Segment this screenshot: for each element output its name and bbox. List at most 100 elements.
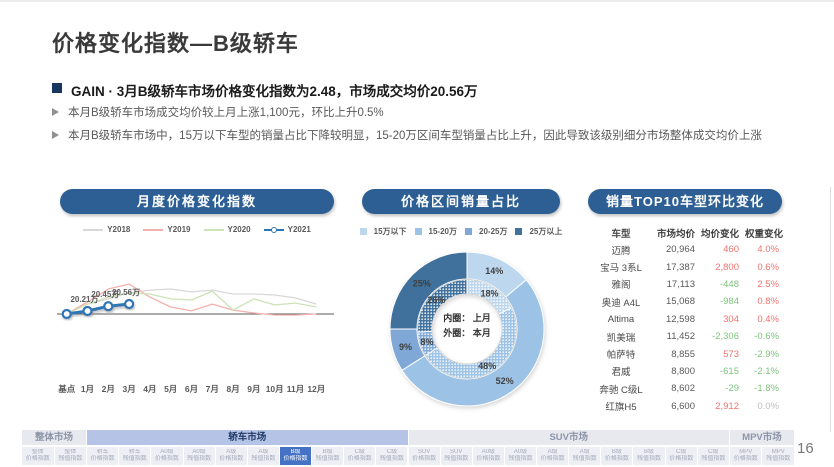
footer-tab[interactable]: B级 残值指数 (633, 447, 665, 465)
footer-tab[interactable]: A级 残值指数 (569, 447, 601, 465)
tab-metric-label: 价格指数 (90, 456, 115, 462)
tab-metric-label: 价格指数 (25, 456, 50, 462)
footer-tab[interactable]: A0级 残值指数 (183, 447, 215, 465)
legend-item: Y2020 (203, 225, 251, 234)
table-cell: 15,068 (665, 296, 695, 308)
table-cell: 宝马 3系L (600, 263, 642, 275)
table-cell: 奔驰 C级L (599, 384, 643, 396)
footer-tab[interactable]: MPV 残值指数 (762, 447, 795, 465)
table-cell: -615 (719, 365, 739, 377)
tab-metric-label: 残值指数 (379, 456, 404, 462)
table-row: 凯美瑞 11,452 -2,306 -0.6% (589, 328, 785, 345)
slide-edge-divider (830, 187, 831, 432)
table-cell: 8,800 (671, 365, 695, 377)
table-cell: 0.4% (757, 313, 779, 325)
top10-table: 车型 市场均价 均价变化 权重变化 迈腾 20,964 460 4.0% 宝马 3系L 17,38… (589, 224, 785, 415)
table-row: 红旗H5 6,600 2,912 0.0% (589, 398, 785, 415)
market-group: SUV市场 SUV 价格指数 SUV 残值指数 A0级 价格指数 A0级 残值指数 A级 价格指数 A… (408, 430, 729, 465)
table-row: 雅阁 17,113 -448 2.5% (589, 276, 785, 293)
x-tick-label: 5月 (164, 384, 177, 394)
market-group: 轿车市场轿车 价格指数 轿车 残值指数 A0级 价格指数 A0级 残值指数 A级 价格指数 A级 残值… (87, 430, 408, 465)
page-number: 16 (797, 440, 814, 457)
footer-tab[interactable]: A级 价格指数 (537, 447, 569, 465)
table-cell: 17,387 (665, 261, 695, 273)
footer-tab[interactable]: 轿车 残值指数 (119, 447, 151, 465)
legend-swatch-icon (465, 228, 472, 235)
footer-tab[interactable]: B级 价格指数 (601, 447, 633, 465)
table-cell: 4.0% (757, 244, 779, 256)
table-cell: 17,113 (666, 278, 695, 290)
legend-line-swatch (203, 228, 224, 231)
column-header: 市场均价 (656, 228, 695, 240)
key-point: GAIN · 3月B级轿车市场价格变化指数为2.48，市场成交均价20.56万 (52, 80, 478, 100)
panel-title-monthly-price-index: 月度价格变化指数 (60, 189, 334, 214)
table-cell: 帕萨特 (606, 350, 636, 362)
table-cell: -2.9% (754, 348, 779, 360)
table-cell: 红旗H5 (605, 402, 637, 414)
footer-tab[interactable]: A级 残值指数 (247, 447, 279, 465)
table-cell: -2.1% (754, 365, 779, 377)
legend-label: 15-20万 (428, 227, 457, 236)
footer-tab[interactable]: 轿车 价格指数 (87, 447, 119, 465)
table-cell: 0.8% (757, 296, 779, 308)
legend-item: 25万以上 (515, 226, 562, 237)
footer-tab[interactable]: 整体 残值指数 (54, 447, 87, 465)
market-header[interactable]: MPV市场 (729, 430, 794, 445)
tab-metric-label: 残值指数 (701, 456, 726, 462)
tab-metric-label: 价格指数 (733, 456, 758, 462)
tab-metric-label: 价格指数 (219, 456, 244, 462)
market-header[interactable]: SUV市场 (408, 430, 729, 445)
tab-metric-label: 残值指数 (766, 456, 791, 462)
footer-tab[interactable]: C级 价格指数 (344, 447, 376, 465)
footer-tab[interactable]: A0级 残值指数 (504, 447, 537, 465)
legend-marker-icon (270, 226, 277, 233)
footer-tab[interactable]: 整体 价格指数 (22, 447, 54, 465)
market-tab-row: 整体 价格指数 整体 残值指数 (22, 447, 87, 465)
tab-metric-label: 价格指数 (347, 456, 372, 462)
table-cell: -0.6% (754, 331, 779, 343)
donut-label: 25% (413, 279, 431, 289)
donut-center-line1: 内圈： 上月 (443, 313, 491, 323)
footer-tab[interactable]: A0级 价格指数 (472, 447, 504, 465)
table-cell: -984 (719, 296, 739, 308)
table-cell: 573 (723, 348, 739, 360)
donut-label: 52% (496, 376, 514, 386)
legend-line-swatch (83, 228, 104, 231)
donut-legend: 15万以下 15-20万 20-25万 25万以上 (356, 226, 566, 237)
table-row: 帕萨特 8,855 573 -2.9% (589, 345, 785, 362)
footer-tab[interactable]: B级 残值指数 (312, 447, 344, 465)
legend-item: Y2019 (143, 225, 191, 234)
donut-center-note: 内圈： 上月 外圈： 本月 (427, 311, 507, 341)
panel-title-top10-change: 销量TOP10车型环比变化 (588, 189, 782, 214)
table-header-row: 车型 市场均价 均价变化 权重变化 (589, 224, 785, 241)
legend-item: 15万以下 (359, 226, 407, 237)
footer-tab[interactable]: A级 价格指数 (215, 447, 247, 465)
x-tick-label: 10月 (266, 384, 284, 394)
market-header[interactable]: 整体市场 (22, 430, 87, 445)
footer-tab[interactable]: B级 价格指数 (279, 447, 312, 465)
line-chart-svg: 20.21万20.45万20.56万基点 1月 2月 3月 4月 5月 6月 7月 8月 9月 10… (57, 283, 334, 394)
footer-tab[interactable]: C级 价格指数 (665, 447, 697, 465)
footer-tab[interactable]: MPV 价格指数 (729, 447, 762, 465)
market-group: MPV市场 MPV 价格指数 MPV 残值指数 (729, 430, 795, 465)
table-cell: 奥迪 A4L (601, 297, 641, 309)
footer-tab[interactable]: C级 残值指数 (376, 447, 408, 465)
tab-metric-label: 残值指数 (315, 456, 340, 462)
donut-label: 14% (485, 266, 503, 276)
footer-tab[interactable]: SUV 残值指数 (440, 447, 472, 465)
legend-label: Y2019 (167, 225, 191, 234)
table-row: Altima 12,598 304 0.4% (589, 311, 785, 328)
table-cell: 304 (723, 313, 739, 325)
legend-label: 15万以下 (373, 227, 407, 236)
table-cell: 凯美瑞 (606, 332, 636, 344)
legend-line-swatch (263, 226, 284, 233)
footer-tab[interactable]: C级 残值指数 (697, 447, 729, 465)
tab-metric-label: 残值指数 (637, 456, 662, 462)
footer-tab[interactable]: A0级 价格指数 (151, 447, 183, 465)
x-tick-label: 12月 (307, 384, 325, 394)
market-header[interactable]: 轿车市场 (87, 430, 408, 445)
tab-metric-label: 价格指数 (604, 456, 629, 462)
bullet-text: 本月B级轿车市场中，15万以下车型的销量占比下降较明显，15-20万区间车型销量… (68, 130, 762, 143)
footer-tab[interactable]: SUV 价格指数 (408, 447, 440, 465)
legend-label: 20-25万 (479, 227, 508, 236)
